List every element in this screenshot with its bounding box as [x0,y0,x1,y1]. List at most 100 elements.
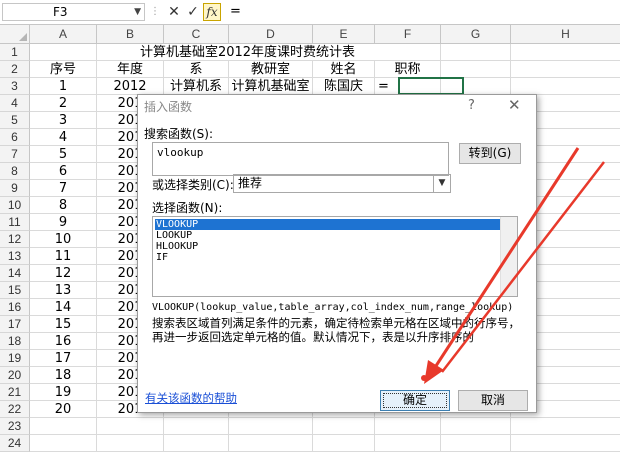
row-header[interactable]: 1 [0,44,30,61]
list-item[interactable]: IF [155,252,168,263]
cell[interactable]: 5 [30,146,97,163]
cell[interactable] [313,418,375,435]
row-header[interactable]: 21 [0,384,30,401]
row-header[interactable]: 22 [0,401,30,418]
cell[interactable]: 20 [30,401,97,418]
row-header[interactable]: 7 [0,146,30,163]
cell[interactable] [511,44,620,61]
row-header[interactable]: 8 [0,163,30,180]
column-header[interactable]: C [164,25,229,43]
cell[interactable]: 2012 [97,78,164,95]
row-header[interactable]: 23 [0,418,30,435]
cell[interactable]: 年度 [97,61,164,78]
cell[interactable] [375,435,441,452]
cell[interactable] [441,61,511,78]
cell[interactable] [511,78,620,95]
goto-button[interactable]: 转到(G) [459,143,521,164]
row-header[interactable]: 20 [0,367,30,384]
cell[interactable]: 7 [30,180,97,197]
grip-icon[interactable]: ⋮ [149,3,161,21]
cell[interactable]: 15 [30,316,97,333]
cell[interactable]: 序号 [30,61,97,78]
column-header[interactable]: B [97,25,164,43]
cell[interactable] [97,418,164,435]
enter-icon[interactable]: ✓ [184,3,202,21]
insert-function-icon[interactable]: fx [203,3,221,21]
ok-button[interactable]: 确定 [380,390,450,411]
category-select[interactable]: 推荐 ▼ [233,174,451,193]
cell[interactable] [164,418,229,435]
cell[interactable]: 系 [164,61,229,78]
function-list[interactable]: VLOOKUP LOOKUP HLOOKUP IF [152,216,518,297]
cell[interactable] [164,435,229,452]
cell[interactable] [30,44,97,61]
cell[interactable]: 10 [30,231,97,248]
formula-input[interactable]: = [230,3,241,21]
column-header[interactable]: G [441,25,511,43]
row-header[interactable]: 24 [0,435,30,452]
list-item[interactable]: VLOOKUP [155,219,501,230]
list-item[interactable]: HLOOKUP [155,241,198,252]
row-header[interactable]: 6 [0,129,30,146]
dialog-titlebar[interactable]: 插入函数 ? ✕ [138,95,536,118]
cell[interactable]: 18 [30,367,97,384]
cell[interactable]: 职称 [375,61,441,78]
cell[interactable]: 姓名 [313,61,375,78]
cell[interactable]: 1 [30,78,97,95]
row-header[interactable]: 17 [0,316,30,333]
cell[interactable]: 14 [30,299,97,316]
cell[interactable]: 9 [30,214,97,231]
row-header[interactable]: 14 [0,265,30,282]
row-header[interactable]: 15 [0,282,30,299]
cell[interactable] [375,418,441,435]
cell[interactable] [30,435,97,452]
cell[interactable] [30,418,97,435]
cell[interactable]: 17 [30,350,97,367]
column-header[interactable]: F [375,25,441,43]
cell[interactable]: 陈国庆 [313,78,375,95]
row-header[interactable]: 5 [0,112,30,129]
list-scrollbar[interactable] [500,217,517,296]
row-header[interactable]: 2 [0,61,30,78]
cell[interactable] [441,418,511,435]
column-header[interactable]: D [229,25,313,43]
row-header[interactable]: 16 [0,299,30,316]
row-header[interactable]: 9 [0,180,30,197]
cell[interactable]: 计算机基础室 [229,78,313,95]
sheet-title[interactable]: 计算机基础室2012年度课时费统计表 [97,44,398,61]
row-header[interactable]: 11 [0,214,30,231]
name-box[interactable]: F3 ▼ [2,3,145,21]
row-header[interactable]: 12 [0,231,30,248]
cell[interactable]: 13 [30,282,97,299]
help-icon[interactable]: ? [468,98,475,113]
column-header[interactable]: E [313,25,375,43]
cell[interactable] [229,418,313,435]
cell[interactable] [511,61,620,78]
cancel-icon[interactable]: ✕ [165,3,183,21]
cell[interactable]: 19 [30,384,97,401]
cell[interactable]: 计算机系 [164,78,229,95]
row-header[interactable]: 18 [0,333,30,350]
cell[interactable]: 2 [30,95,97,112]
cell[interactable] [511,418,620,435]
cell[interactable]: 8 [30,197,97,214]
chevron-down-icon[interactable]: ▼ [433,175,450,192]
cell[interactable]: 教研室 [229,61,313,78]
column-header[interactable]: H [511,25,620,43]
cell[interactable] [441,435,511,452]
row-header[interactable]: 4 [0,95,30,112]
cancel-button[interactable]: 取消 [458,390,528,411]
cell[interactable] [229,435,313,452]
list-item[interactable]: LOOKUP [155,230,192,241]
row-header[interactable]: 19 [0,350,30,367]
search-function-input[interactable]: vlookup [152,142,449,176]
cell[interactable] [511,435,620,452]
select-all-corner[interactable] [0,25,30,43]
cell[interactable]: 11 [30,248,97,265]
cell[interactable]: 3 [30,112,97,129]
row-header[interactable]: 3 [0,78,30,95]
row-header[interactable]: 10 [0,197,30,214]
cell[interactable]: 4 [30,129,97,146]
cell[interactable] [441,44,511,61]
cell[interactable]: 6 [30,163,97,180]
